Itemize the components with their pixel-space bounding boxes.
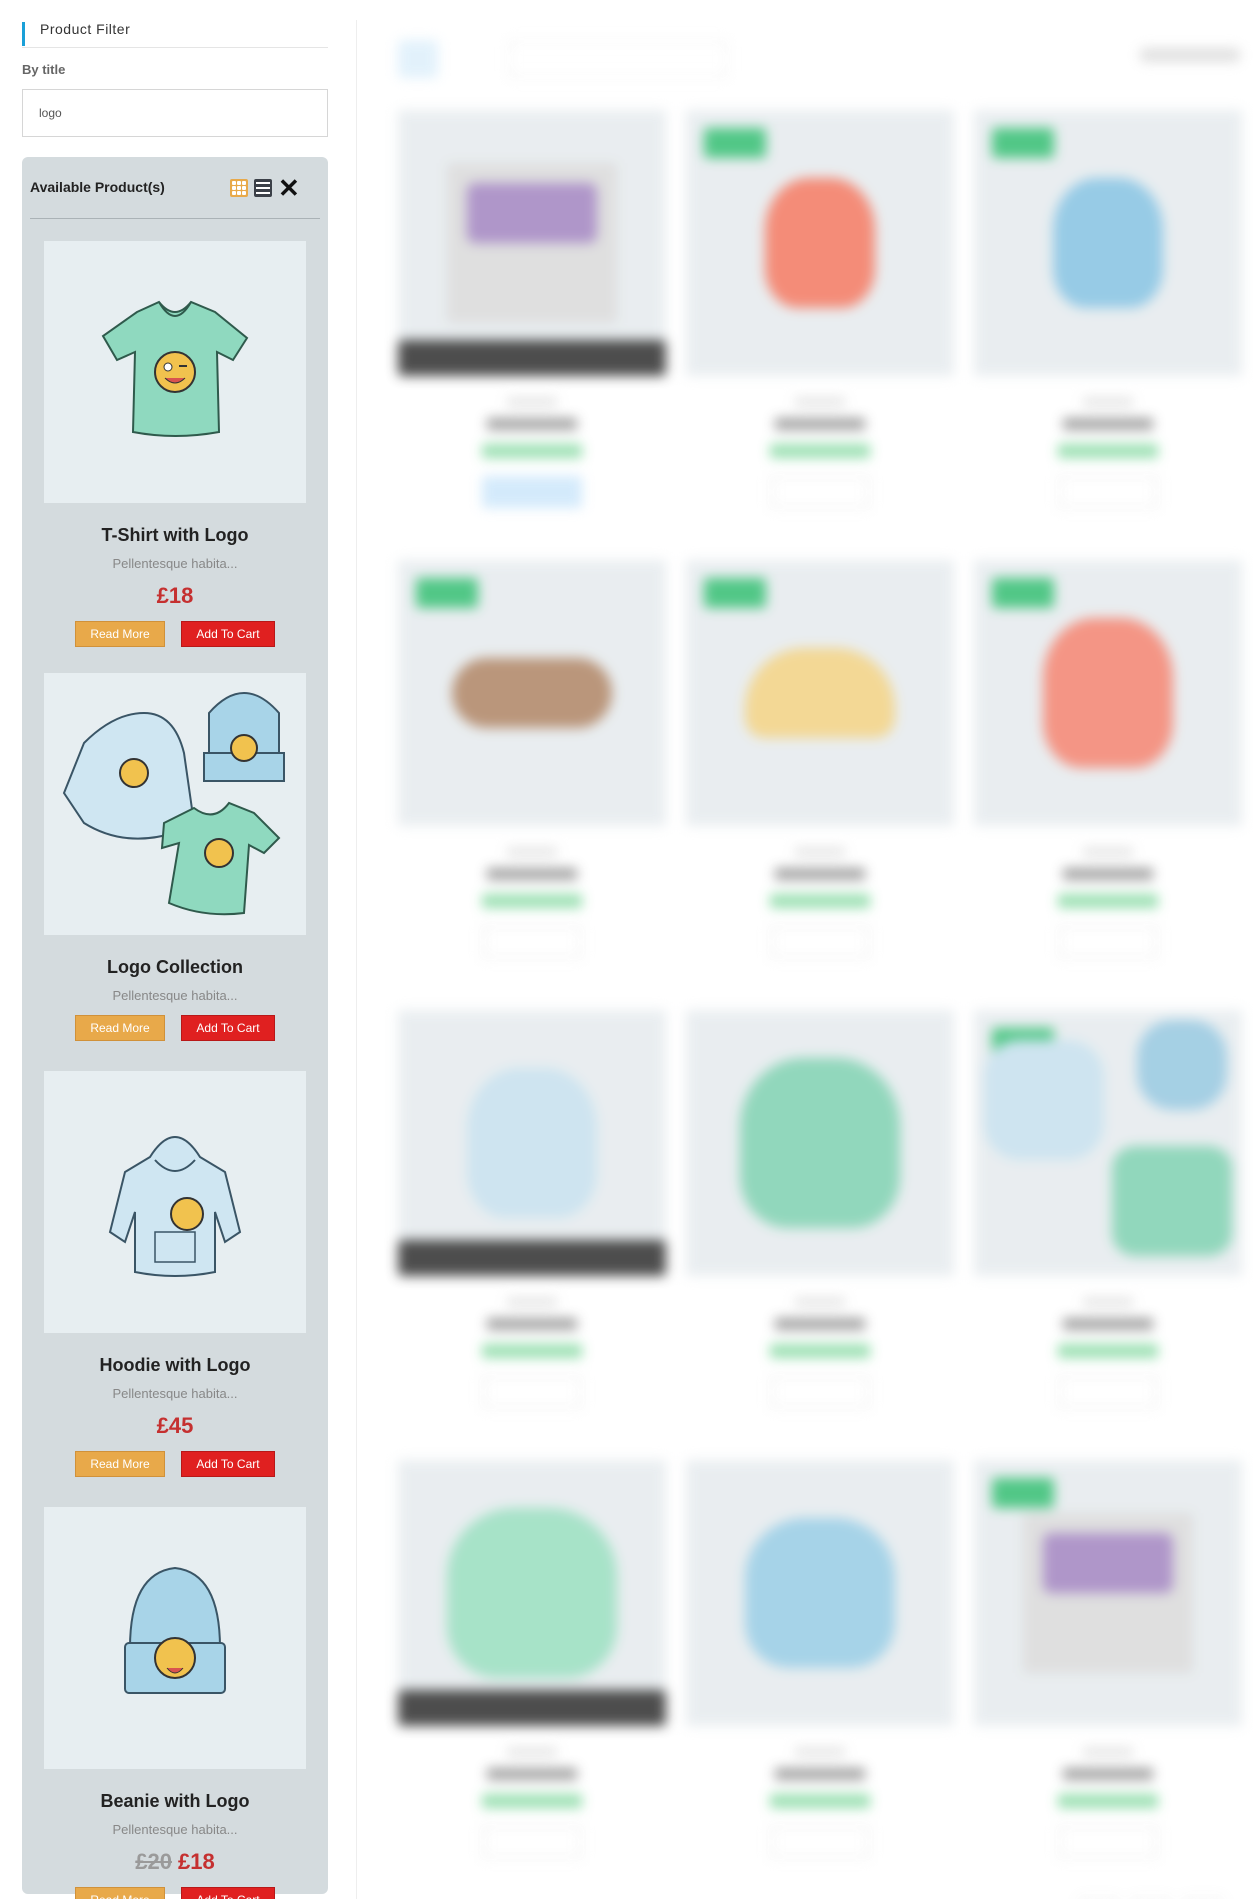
results-header: Available Product(s) ✕ <box>30 157 320 219</box>
filter-title: Product Filter <box>22 14 328 48</box>
product-image-hoodie[interactable] <box>44 1071 306 1333</box>
beanie-image <box>124 1566 226 1694</box>
current-price: £45 <box>156 1413 194 1438</box>
blurred-card <box>974 1460 1242 1858</box>
product-card: Hoodie with Logo Pellentesque habita... … <box>30 1071 320 1477</box>
grid-toggle <box>398 40 438 78</box>
blurred-card <box>686 110 954 508</box>
sort-select <box>508 40 728 78</box>
results-title: Available Product(s) <box>30 179 165 195</box>
product-name[interactable]: Hoodie with Logo <box>30 1355 320 1376</box>
blurred-card <box>974 110 1242 508</box>
add-to-cart-button[interactable]: Add To Cart <box>181 1451 275 1477</box>
product-image-beanie[interactable] <box>44 1507 306 1769</box>
list-view-icon[interactable] <box>254 179 272 197</box>
blurred-card <box>398 1010 666 1408</box>
blurred-card <box>398 110 666 508</box>
product-image-tshirt[interactable] <box>44 241 306 503</box>
read-more-button[interactable]: Read More <box>75 1015 165 1041</box>
read-more-button[interactable]: Read More <box>75 1451 165 1477</box>
add-to-cart-button[interactable]: Add To Cart <box>181 1015 275 1041</box>
blurred-card <box>398 560 666 958</box>
product-actions: Read More Add To Cart <box>30 1015 320 1041</box>
logo-collection-image <box>62 692 285 916</box>
product-price: £20 £18 <box>30 1849 320 1875</box>
product-description: Pellentesque habita... <box>112 1386 238 1401</box>
add-to-cart-button[interactable]: Add To Cart <box>181 621 275 647</box>
blurred-card <box>686 1010 954 1408</box>
result-count <box>1140 48 1240 62</box>
product-actions: Read More Add To Cart <box>30 1887 320 1899</box>
blurred-card <box>686 560 954 958</box>
product-actions: Read More Add To Cart <box>30 621 320 647</box>
blurred-card <box>686 1460 954 1858</box>
column-divider <box>356 20 357 1899</box>
product-name[interactable]: T-Shirt with Logo <box>30 525 320 546</box>
read-more-button[interactable]: Read More <box>75 621 165 647</box>
product-name[interactable]: Beanie with Logo <box>30 1791 320 1812</box>
product-price: £18 <box>30 583 320 609</box>
product-image-collection[interactable] <box>44 673 306 935</box>
hoodie-image <box>108 1136 242 1277</box>
product-card: Logo Collection Pellentesque habita... R… <box>30 673 320 1041</box>
blurred-shop-grid <box>380 20 1253 1899</box>
product-card: T-Shirt with Logo Pellentesque habita...… <box>30 241 320 647</box>
blurred-card <box>974 1010 1242 1408</box>
read-more-button[interactable]: Read More <box>75 1887 165 1899</box>
by-title-label: By title <box>22 62 66 77</box>
tshirt-image <box>101 300 249 437</box>
blurred-card <box>398 1460 666 1858</box>
current-price: £18 <box>156 583 194 608</box>
view-switcher: ✕ <box>230 175 300 201</box>
product-actions: Read More Add To Cart <box>30 1451 320 1477</box>
product-description: Pellentesque habita... <box>112 988 238 1003</box>
product-price: £45 <box>30 1413 320 1439</box>
add-to-cart-button[interactable]: Add To Cart <box>181 1887 275 1899</box>
product-card: Beanie with Logo Pellentesque habita... … <box>30 1507 320 1899</box>
product-description: Pellentesque habita... <box>112 1822 238 1837</box>
product-filter-sidebar: Product Filter By title Available Produc… <box>22 14 328 1899</box>
close-icon[interactable]: ✕ <box>278 175 300 201</box>
current-price: £18 <box>178 1849 215 1874</box>
blurred-card <box>974 560 1242 958</box>
product-name[interactable]: Logo Collection <box>30 957 320 978</box>
grid-view-icon[interactable] <box>230 179 248 197</box>
page: Product Filter By title Available Produc… <box>0 0 1253 1899</box>
title-search-input[interactable] <box>22 89 328 137</box>
available-products-panel: Available Product(s) ✕ T-Shirt with Logo… <box>22 157 328 1899</box>
product-description: Pellentesque habita... <box>112 556 238 571</box>
old-price: £20 <box>135 1849 172 1874</box>
